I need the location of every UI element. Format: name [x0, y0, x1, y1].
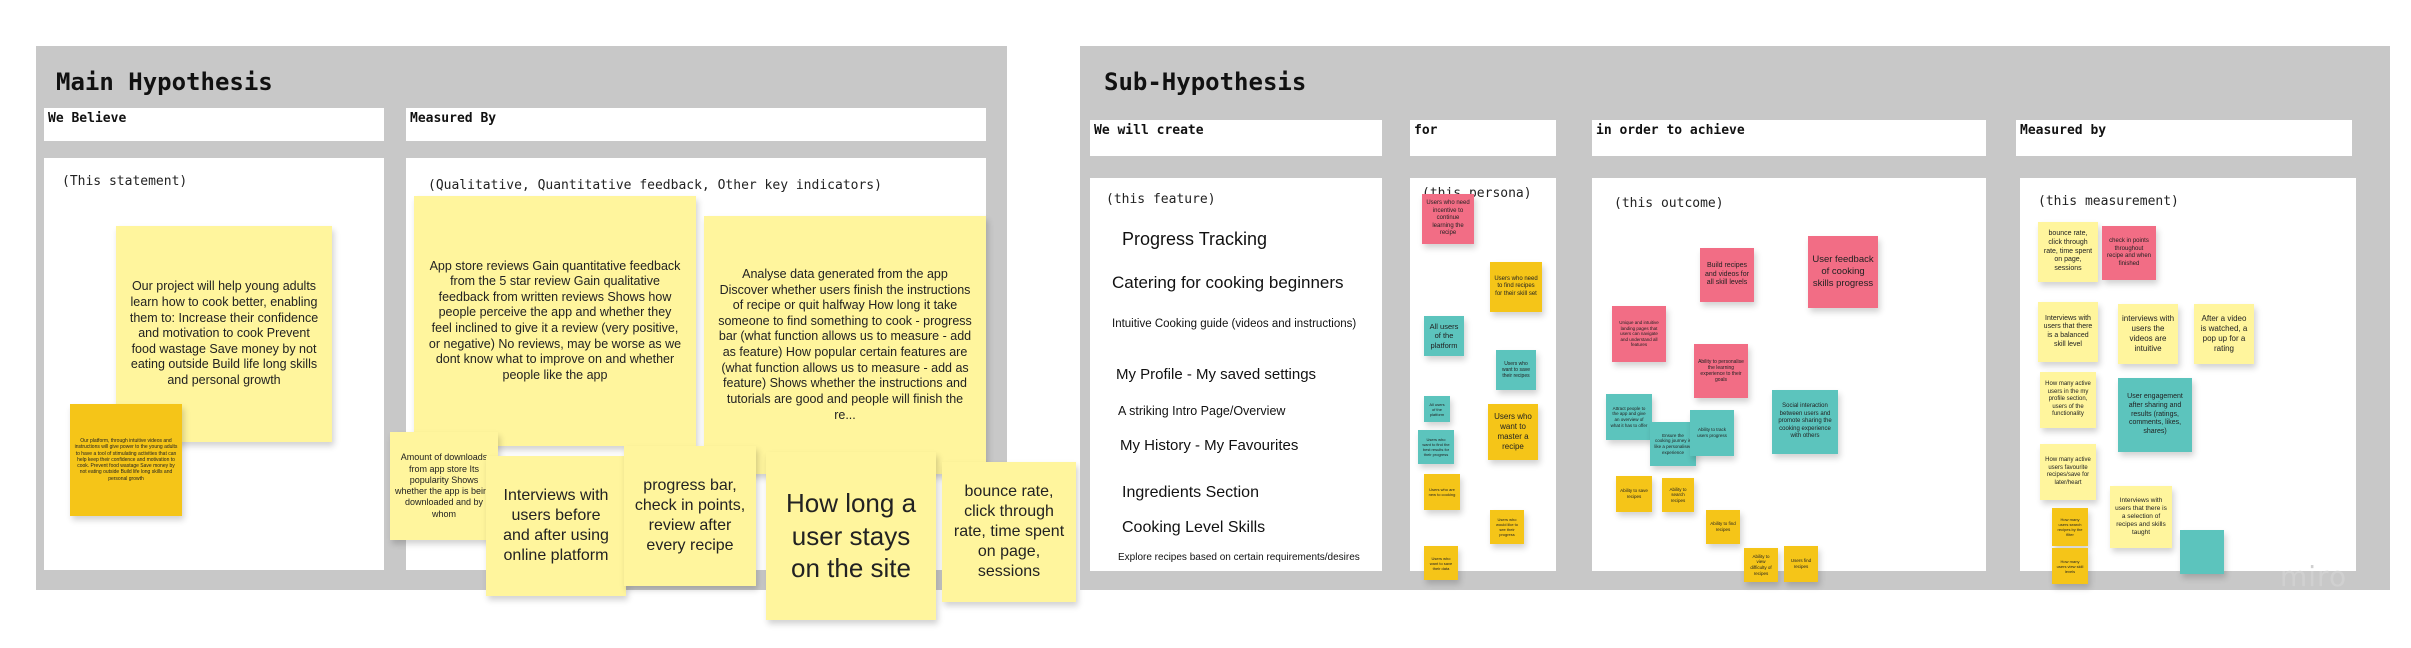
- measurement-sticky[interactable]: How many active users in the my profile …: [2040, 372, 2096, 428]
- measurement-sticky[interactable]: interviews with users the videos are int…: [2118, 304, 2178, 364]
- measured-by-header-sub: Measured by: [2016, 120, 2352, 156]
- how-long-sticky[interactable]: How long a user stays on the site: [766, 452, 936, 620]
- interviews-sticky[interactable]: Interviews with users before and after u…: [486, 456, 626, 596]
- feature-cooking-guide: Intuitive Cooking guide (videos and inst…: [1112, 318, 1357, 330]
- feature-my-profile: My Profile - My saved settings: [1116, 366, 1317, 383]
- progress-bar-sticky[interactable]: progress bar, check in points, review af…: [624, 446, 756, 586]
- outcome-sticky[interactable]: Ability to search recipes: [1662, 478, 1694, 512]
- persona-sticky[interactable]: Users who want to save their data: [1424, 546, 1458, 580]
- measurement-sticky[interactable]: bounce rate, click through rate, time sp…: [2038, 222, 2098, 282]
- persona-sticky[interactable]: Users who want to master a recipe: [1488, 404, 1538, 460]
- outcome-sticky[interactable]: Unique and intuitive landing pages that …: [1612, 306, 1666, 362]
- persona-sticky[interactable]: Users who are new to cooking: [1424, 474, 1460, 510]
- feature-intro-page: A striking Intro Page/Overview: [1118, 404, 1286, 418]
- persona-sticky[interactable]: Users who want to find the best results …: [1418, 430, 1454, 464]
- app-store-reviews-sticky[interactable]: App store reviews Gain quantitative feed…: [414, 196, 696, 446]
- outcome-panel[interactable]: [1592, 178, 1986, 571]
- persona-sticky[interactable]: All users of the platform: [1424, 396, 1450, 422]
- outcome-sticky[interactable]: Ability to save recipes: [1616, 476, 1652, 512]
- measurement-sticky[interactable]: How many active users favourite recipes/…: [2040, 444, 2096, 500]
- feature-cooking-levels: Cooking Level Skills: [1122, 519, 1266, 536]
- feature-progress-tracking: Progress Tracking: [1122, 229, 1268, 249]
- measured-by-header: Measured By: [406, 108, 986, 141]
- outcome-sticky[interactable]: Build recipes and videos for all skill l…: [1700, 248, 1754, 302]
- measurement-sticky[interactable]: Interviews with users that there is a ba…: [2038, 302, 2098, 362]
- miro-watermark: miro: [2280, 560, 2348, 593]
- measurement-sticky[interactable]: check in points throughout recipe and wh…: [2102, 226, 2156, 280]
- measured-by-hint: (Qualitative, Quantitative feedback, Oth…: [428, 178, 882, 193]
- persona-sticky[interactable]: Users who would like to see their progre…: [1490, 510, 1524, 544]
- bounce-rate-sticky[interactable]: bounce rate, click through rate, time sp…: [942, 462, 1076, 602]
- analyse-data-sticky[interactable]: Analyse data generated from the app Disc…: [704, 216, 986, 474]
- outcome-sticky[interactable]: Ability to find recipes: [1706, 510, 1740, 544]
- outcome-sticky[interactable]: Ability to personalise the learning expe…: [1694, 344, 1748, 398]
- feature-explore-recipes: Explore recipes based on certain require…: [1118, 552, 1360, 563]
- outcome-sticky[interactable]: Users find recipes: [1784, 546, 1818, 582]
- for-header: for: [1410, 120, 1556, 156]
- measurement-sticky[interactable]: How many users view skill levels: [2052, 548, 2088, 584]
- we-will-create-header: We will create: [1090, 120, 1382, 156]
- feature-ingredients: Ingredients Section: [1122, 484, 1259, 501]
- measurement-hint: (this measurement): [2038, 194, 2179, 209]
- outcome-hint: (this outcome): [1614, 196, 1724, 211]
- feature-my-history: My History - My Favourites: [1120, 437, 1299, 454]
- outcome-sticky[interactable]: Ability to track users progress: [1690, 410, 1734, 456]
- statement-detail-sticky[interactable]: Our platform, through intuitive videos a…: [70, 404, 182, 516]
- persona-sticky[interactable]: Users who need incentive to continue lea…: [1422, 194, 1474, 244]
- in-order-to-achieve-header: in order to achieve: [1592, 120, 1986, 156]
- feature-cooking-beginners: Catering for cooking beginners: [1112, 273, 1344, 292]
- outcome-sticky[interactable]: Ability to view difficulty of recipes: [1744, 548, 1778, 582]
- measurement-sticky[interactable]: [2180, 530, 2224, 574]
- feature-hint: (this feature): [1106, 192, 1216, 207]
- outcome-sticky[interactable]: Social interaction between users and pro…: [1772, 390, 1838, 454]
- sub-hypothesis-title: Sub-Hypothesis: [1104, 68, 1307, 96]
- persona-sticky[interactable]: Users who want to save their recipes: [1496, 350, 1536, 390]
- persona-sticky[interactable]: All users of the platform: [1424, 316, 1464, 356]
- measurement-sticky[interactable]: User engagement after sharing and result…: [2118, 378, 2192, 452]
- measurement-sticky[interactable]: How many users search recipes by the fil…: [2052, 508, 2088, 546]
- downloads-sticky[interactable]: Amount of downloads from app store Its p…: [390, 432, 498, 540]
- outcome-sticky[interactable]: User feedback of cooking skills progress: [1808, 236, 1878, 308]
- we-believe-header: We Believe: [44, 108, 384, 141]
- we-believe-hint: (This statement): [62, 174, 188, 189]
- measurement-sticky[interactable]: Interviews with users that there is a se…: [2110, 486, 2172, 548]
- outcome-sticky[interactable]: Attract people to the app and give an ov…: [1606, 394, 1652, 440]
- main-hypothesis-title: Main Hypothesis: [56, 68, 273, 96]
- persona-sticky[interactable]: Users who need to find recipes for their…: [1490, 262, 1542, 312]
- measurement-sticky[interactable]: After a video is watched, a pop up for a…: [2194, 304, 2254, 364]
